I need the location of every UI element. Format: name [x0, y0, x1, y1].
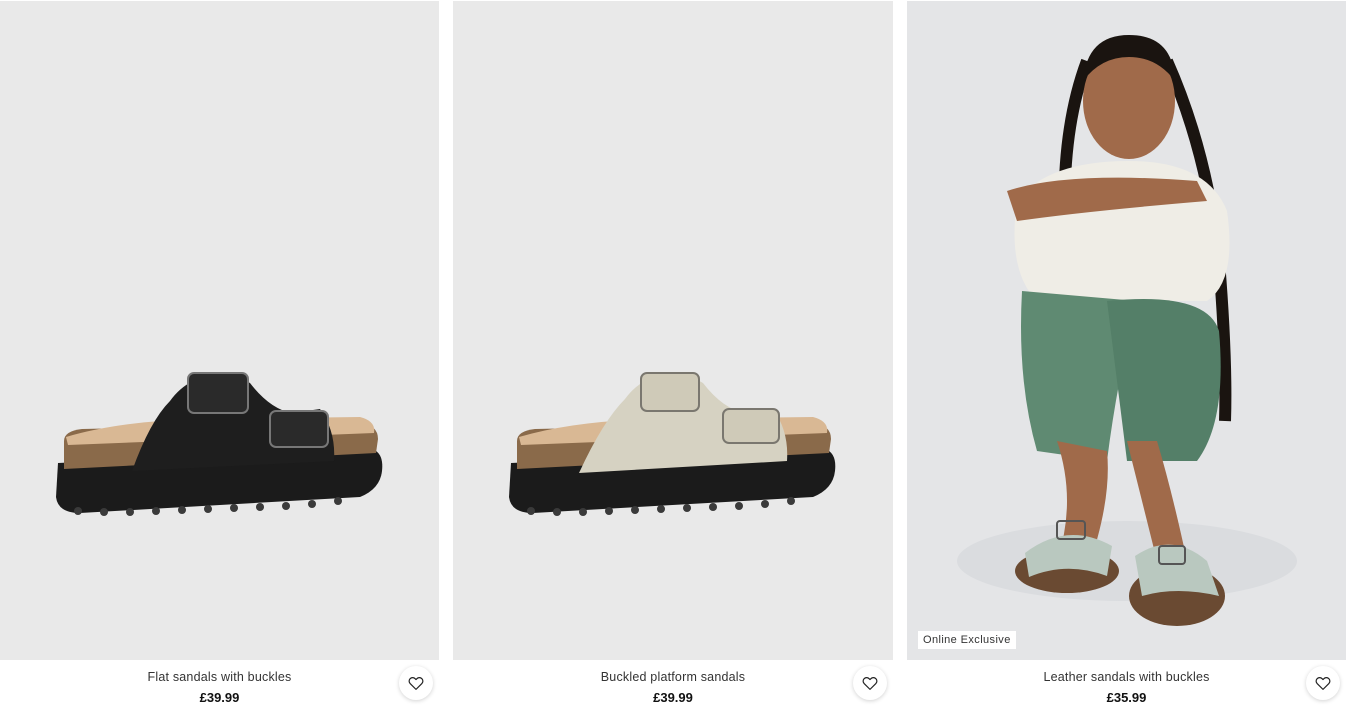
online-exclusive-badge: Online Exclusive	[918, 631, 1016, 649]
product-grid: Flat sandals with buckles £39.99 Buckled…	[0, 0, 1346, 709]
model-wearing-sandals-image	[957, 35, 1297, 626]
wishlist-button[interactable]	[853, 666, 887, 700]
product-card: Buckled platform sandals £39.99	[453, 0, 893, 709]
product-price: £35.99	[1106, 690, 1147, 705]
product-title[interactable]: Leather sandals with buckles	[907, 670, 1346, 684]
product-title[interactable]: Flat sandals with buckles	[0, 670, 439, 684]
product-info: Flat sandals with buckles £39.99	[0, 660, 439, 709]
product-price: £39.99	[199, 690, 240, 705]
product-image-link[interactable]	[0, 1, 439, 660]
beige-platform-sandal-image	[509, 372, 836, 516]
black-platform-sandal-image	[56, 372, 383, 516]
product-price: £39.99	[653, 690, 693, 705]
wishlist-button[interactable]	[399, 666, 433, 700]
product-info: Leather sandals with buckles £35.99	[907, 660, 1346, 709]
product-info: Buckled platform sandals £39.99	[453, 660, 893, 709]
heart-icon	[862, 677, 878, 690]
product-card: Flat sandals with buckles £39.99	[0, 0, 439, 709]
product-card: Online Exclusive Leather sandals with bu…	[907, 0, 1346, 709]
heart-icon	[1315, 677, 1331, 690]
heart-icon	[408, 677, 424, 690]
product-title[interactable]: Buckled platform sandals	[453, 670, 893, 684]
product-image-link[interactable]	[453, 1, 893, 660]
product-image-link[interactable]: Online Exclusive	[907, 1, 1346, 660]
wishlist-button[interactable]	[1306, 666, 1340, 700]
